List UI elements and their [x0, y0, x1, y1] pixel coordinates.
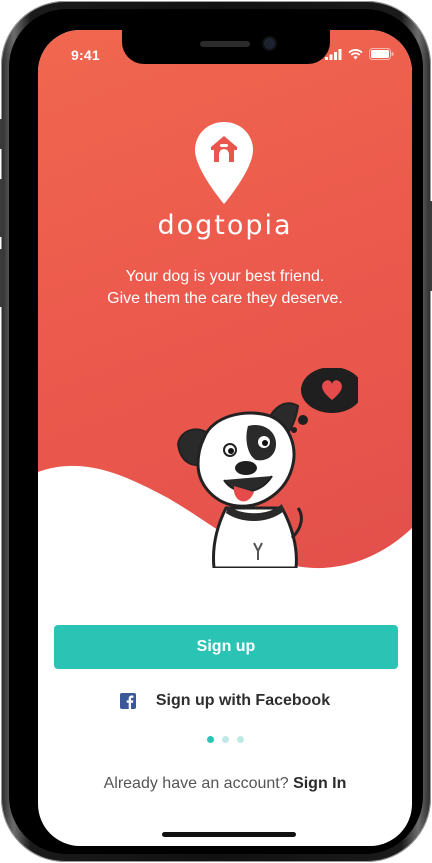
page-dot-3[interactable]: [236, 736, 244, 743]
status-icons: [325, 48, 394, 60]
app-screen: 9:41 dogtopia Your dog is your best frie…: [38, 30, 412, 846]
volume-up-button: [0, 179, 3, 237]
mute-switch: [0, 119, 3, 149]
phone-bezel: 9:41 dogtopia Your dog is your best frie…: [9, 9, 423, 854]
facebook-signup-button[interactable]: Sign up with Facebook: [38, 690, 412, 712]
page-dot-2[interactable]: [221, 736, 229, 743]
notch: [122, 30, 330, 64]
home-indicator[interactable]: [162, 832, 296, 837]
dog-illustration: [176, 368, 358, 568]
wifi-icon: [348, 48, 363, 59]
brand-name: dogtopia: [157, 210, 293, 241]
thought-bubble: [291, 368, 358, 433]
page-dot-1[interactable]: [206, 736, 214, 743]
tagline: Your dog is your best friend. Give them …: [38, 266, 412, 310]
speaker: [200, 41, 250, 47]
battery-icon: [369, 48, 394, 60]
signin-prompt: Already have an account? Sign In: [38, 775, 412, 793]
status-time: 9:41: [71, 47, 100, 63]
front-camera: [264, 38, 275, 49]
signup-button[interactable]: Sign up: [54, 625, 398, 669]
phone-frame: 9:41 dogtopia Your dog is your best frie…: [0, 1, 432, 862]
signin-link[interactable]: Sign In: [293, 775, 346, 792]
pagination-dots: [38, 736, 412, 743]
logo-pin-icon: [195, 122, 253, 204]
signal-icon: [325, 48, 342, 60]
facebook-icon: [119, 693, 136, 709]
facebook-signup-label: Sign up with Facebook: [155, 692, 331, 709]
volume-down-button: [0, 249, 3, 307]
tagline-line-2: Give them the care they deserve.: [107, 290, 343, 307]
account-prompt-text: Already have an account?: [103, 775, 289, 792]
tagline-line-1: Your dog is your best friend.: [125, 268, 325, 285]
